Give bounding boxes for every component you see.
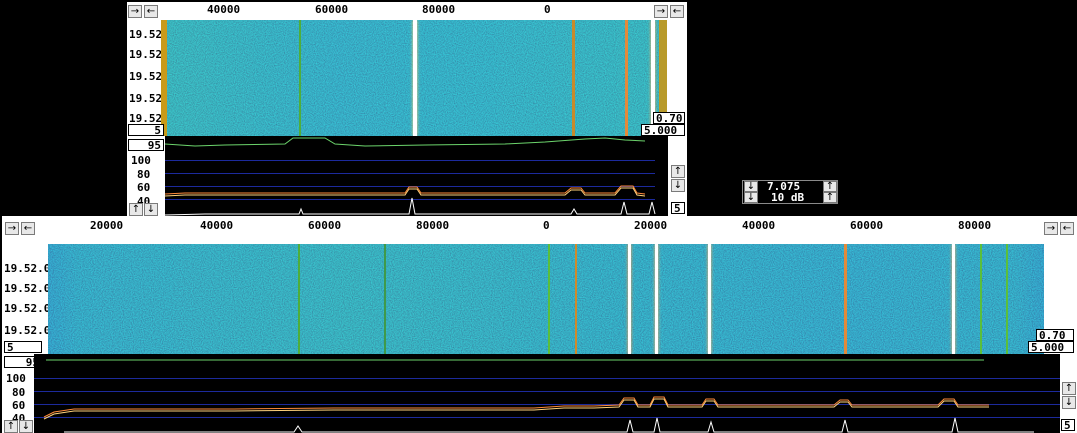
signal-trace <box>572 20 575 136</box>
spectrum-max-box[interactable]: 95 <box>128 139 164 151</box>
bottom-spectrum-display[interactable] <box>34 354 1060 433</box>
db-scale-label: 100 <box>6 372 26 385</box>
level-down-arrow-icon[interactable]: ↓ <box>19 420 33 433</box>
freq-tick-label: 60000 <box>850 219 884 232</box>
freq-tick-label: 40000 <box>207 3 241 16</box>
bottom-waterfall-window: → ← 20000 40000 60000 80000 0 20000 4000… <box>2 216 1077 433</box>
zoom-right-arrow-icon[interactable]: → <box>654 5 668 18</box>
signal-trace <box>299 20 301 136</box>
level-up-arrow-icon[interactable]: ↑ <box>823 181 837 192</box>
freq-tick-label: 80000 <box>422 3 456 16</box>
level-up-arrow-icon[interactable]: ↑ <box>129 203 143 216</box>
freq-tick-label: 0 <box>544 3 551 16</box>
top-time-column: 19.52.01 19.52.01 19.52.00 19.52.00 19.5… <box>127 20 182 136</box>
spectrum-right-box[interactable]: 5 <box>1061 419 1075 431</box>
db-scale-label: 60 <box>12 399 26 412</box>
level-up-arrow-icon[interactable]: ↑ <box>4 420 18 433</box>
freq-tick-label: 80000 <box>958 219 992 232</box>
signal-trace <box>384 244 386 354</box>
spectrum-up-arrow-icon[interactable]: ↑ <box>671 165 685 178</box>
signal-trace <box>625 20 628 136</box>
db-scale-label: 100 <box>131 154 151 167</box>
freq-tick-label: 40000 <box>742 219 776 232</box>
waterfall-noise <box>48 244 1044 354</box>
freq-tick-label: 0 <box>543 219 550 232</box>
signal-trace <box>298 244 300 354</box>
average-value-box[interactable]: 5 <box>4 341 42 353</box>
db-scale-label: 60 <box>137 181 151 194</box>
level-down-arrow-icon[interactable]: ↓ <box>144 203 158 216</box>
zoom-right-arrow-icon[interactable]: → <box>5 222 19 235</box>
spectrum-up-arrow-icon[interactable]: ↑ <box>1062 382 1076 395</box>
signal-trace <box>708 244 711 354</box>
signal-trace <box>628 244 631 354</box>
top-frequency-ruler: → ← 40000 60000 80000 0 → ← <box>127 2 687 20</box>
level-control-panel: ↓ 7.075 ↑ ↓ 10 dB ↑ <box>742 180 838 204</box>
spectrum-down-arrow-icon[interactable]: ↓ <box>1062 396 1076 409</box>
level-down-arrow-icon[interactable]: ↓ <box>744 181 758 192</box>
average-value-box[interactable]: 5 <box>128 124 164 136</box>
speed-value-box[interactable]: 5.000 <box>641 124 685 136</box>
top-waterfall-window: → ← 40000 60000 80000 0 → ← 19.52.01 19.… <box>127 2 687 216</box>
signal-trace <box>952 244 955 354</box>
spectrum-traces <box>165 137 656 216</box>
range-up-arrow-icon[interactable]: ↑ <box>823 192 837 203</box>
freq-tick-label: 40000 <box>200 219 234 232</box>
zoom-left-arrow-icon[interactable]: ← <box>144 5 158 18</box>
db-scale-label: 80 <box>137 168 151 181</box>
bottom-waterfall-display[interactable] <box>48 244 1044 354</box>
signal-trace <box>548 244 550 354</box>
zoom-left-arrow-icon[interactable]: ← <box>21 222 35 235</box>
db-scale-label: 80 <box>12 386 26 399</box>
signal-trace <box>413 20 417 136</box>
freq-tick-label: 20000 <box>90 219 124 232</box>
range-value: 10 dB <box>771 191 805 204</box>
freq-tick-label: 80000 <box>416 219 450 232</box>
speed-value-box[interactable]: 5.000 <box>1028 341 1074 353</box>
zoom-right-arrow-icon[interactable]: → <box>128 5 142 18</box>
zoom-left-arrow-icon[interactable]: ← <box>670 5 684 18</box>
gain-value-box[interactable]: 0.70 <box>653 112 685 124</box>
signal-trace <box>575 244 577 354</box>
spectrum-traces <box>43 359 1034 433</box>
zoom-left-arrow-icon[interactable]: ← <box>1060 222 1074 235</box>
spectrum-down-arrow-icon[interactable]: ↓ <box>671 179 685 192</box>
spectrum-right-box[interactable]: 5 <box>671 202 685 214</box>
signal-trace <box>1006 244 1008 354</box>
signal-trace <box>655 244 658 354</box>
zoom-right-arrow-icon[interactable]: → <box>1044 222 1058 235</box>
signal-trace <box>844 244 847 354</box>
gain-value-box[interactable]: 0.70 <box>1036 329 1074 341</box>
freq-tick-label: 60000 <box>308 219 342 232</box>
signal-trace <box>980 244 982 354</box>
freq-tick-label: 20000 <box>634 219 668 232</box>
bottom-time-column: 19.52.01 19.52.00 19.52.00 19.52.00 <box>2 238 57 354</box>
freq-tick-label: 60000 <box>315 3 349 16</box>
bottom-frequency-ruler: → ← 20000 40000 60000 80000 0 20000 4000… <box>2 216 1077 238</box>
top-spectrum-display[interactable] <box>165 136 668 216</box>
signal-edge <box>161 20 167 136</box>
top-waterfall-display[interactable] <box>161 20 667 136</box>
range-down-arrow-icon[interactable]: ↓ <box>744 192 758 203</box>
